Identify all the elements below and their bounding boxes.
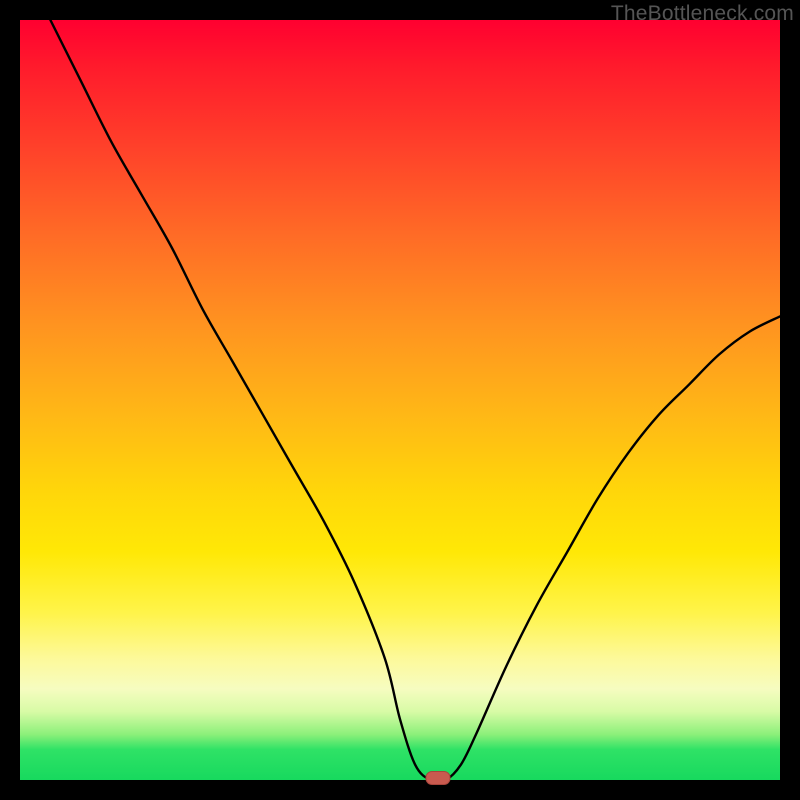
minimum-marker (426, 772, 450, 785)
chart-frame: TheBottleneck.com (0, 0, 800, 800)
watermark-text: TheBottleneck.com (611, 2, 794, 26)
curve-svg (20, 20, 780, 780)
plot-area (20, 20, 780, 780)
bottleneck-curve (50, 20, 780, 782)
